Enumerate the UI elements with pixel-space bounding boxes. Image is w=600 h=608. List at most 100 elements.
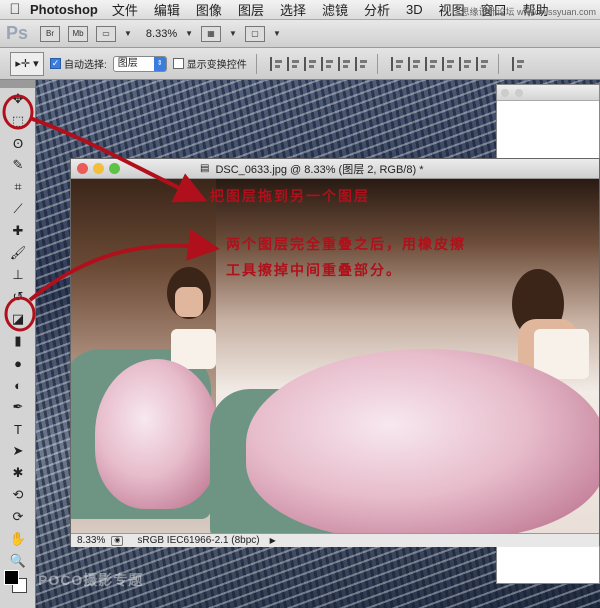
site-watermark: 思缘设计论坛 www.missyuan.com	[460, 7, 596, 17]
hand-tool-icon[interactable]: ✋	[0, 528, 36, 550]
zoom-tool-icon[interactable]: 🔍	[0, 550, 36, 572]
document-file-icon: ▤	[200, 163, 210, 174]
eraser-tool-icon[interactable]: ◪	[0, 308, 36, 330]
auto-select-dropdown[interactable]: 图层 ⇕	[112, 55, 167, 72]
auto-select-value: 图层	[117, 57, 138, 69]
status-zoom[interactable]: 8.33%	[77, 535, 105, 546]
background-document-titlebar[interactable]	[497, 85, 599, 101]
align-right-icon[interactable]	[354, 56, 368, 71]
document-canvas[interactable]	[71, 179, 599, 533]
launch-mini-bridge-button[interactable]: Mb	[68, 25, 88, 42]
zoom-level[interactable]: 8.33%	[146, 28, 177, 40]
launch-bridge-button[interactable]: Br	[40, 25, 60, 42]
separator	[376, 53, 378, 74]
annotation-eraser-line1: 两个图层完全重叠之后，用橡皮擦	[226, 236, 466, 252]
dress-shape	[95, 359, 219, 509]
application-bar: Ps Br Mb ▭ ▼ 8.33% ▼ ▦ ▼ ▢ ▼	[0, 20, 600, 48]
dragged-photo-layer	[210, 179, 599, 533]
distribute-bottom-icon[interactable]	[424, 56, 438, 71]
menu-edit[interactable]: 编辑	[154, 0, 180, 19]
align-hcenter-icon[interactable]	[337, 56, 351, 71]
type-tool-icon[interactable]: T	[0, 418, 36, 440]
status-menu-arrow-icon[interactable]: ▶	[270, 536, 276, 545]
dropdown-arrow-icon: ⇕	[153, 56, 166, 71]
separator	[497, 53, 499, 74]
menu-layer[interactable]: 图层	[238, 0, 264, 19]
document-window[interactable]: ▤ DSC_0633.jpg @ 8.33% (图层 2, RGB/8) * 8…	[70, 158, 600, 547]
panel-grip[interactable]	[0, 80, 35, 88]
separator	[255, 53, 257, 74]
distribute-top-icon[interactable]	[390, 56, 404, 71]
status-info-icon[interactable]: ◉	[111, 535, 124, 546]
distribute-hcenter-icon[interactable]	[458, 56, 472, 71]
distribute-buttons	[390, 56, 489, 71]
window-zoom-icon[interactable]	[109, 163, 120, 174]
checkbox-checked-icon: ✓	[50, 58, 61, 69]
menu-file[interactable]: 文件	[112, 0, 138, 19]
view-extras-button[interactable]: ▭	[96, 25, 116, 42]
shape-tool-icon[interactable]: ✱	[0, 462, 36, 484]
screen-mode-dropdown-icon[interactable]: ▼	[273, 29, 281, 38]
options-bar: ▸✛ ▾ ✓ 自动选择: 图层 ⇕ 显示变换控件	[0, 48, 600, 80]
brush-tool-icon[interactable]: 🖌	[0, 242, 36, 264]
view-extras-dropdown-icon[interactable]: ▼	[124, 29, 132, 38]
gradient-tool-icon[interactable]: ▮	[0, 330, 36, 352]
tools-panel: ✥ ⬚ ʘ ✎ ⌗ ⟋ ✚ 🖌 ⊥ ↺ ◪ ▮ ● ◐ ✒ T ➤ ✱ ⟲ ⟳ …	[0, 80, 36, 608]
apple-menu-icon[interactable]: 	[0, 1, 30, 18]
arrange-documents-button[interactable]: ▦	[201, 25, 222, 42]
original-photo-layer	[71, 179, 219, 533]
align-bottom-icon[interactable]	[303, 56, 317, 71]
menu-analysis[interactable]: 分析	[364, 0, 390, 19]
3d-orbit-tool-icon[interactable]: ⟳	[0, 506, 36, 528]
auto-align-layers-icon[interactable]	[511, 56, 525, 71]
menu-app-name[interactable]: Photoshop	[30, 2, 98, 17]
show-transform-controls-checkbox[interactable]: 显示变换控件	[172, 56, 247, 71]
path-select-tool-icon[interactable]: ➤	[0, 440, 36, 462]
transform-label: 显示变换控件	[186, 60, 247, 71]
arrange-dropdown-icon[interactable]: ▼	[229, 29, 237, 38]
annotation-drag-layer: 把图层拖到另一个图层	[210, 188, 370, 204]
window-controls	[77, 163, 120, 174]
healing-brush-tool-icon[interactable]: ✚	[0, 220, 36, 242]
person-face-shape	[175, 287, 203, 317]
distribute-vcenter-icon[interactable]	[407, 56, 421, 71]
status-color-profile: sRGB IEC61966-2.1 (8bpc)	[137, 535, 260, 546]
tool-preset-picker[interactable]: ▸✛ ▾	[10, 51, 44, 76]
marquee-tool-icon[interactable]: ⬚	[0, 110, 36, 132]
distribute-right-icon[interactable]	[475, 56, 489, 71]
align-top-icon[interactable]	[269, 56, 283, 71]
pen-tool-icon[interactable]: ✒	[0, 396, 36, 418]
menu-bar:  Photoshop 文件 编辑 图像 图层 选择 滤镜 分析 3D 视图 窗…	[0, 0, 600, 20]
distribute-left-icon[interactable]	[441, 56, 455, 71]
menu-select[interactable]: 选择	[280, 0, 306, 19]
zoom-dropdown-icon[interactable]: ▼	[185, 29, 193, 38]
align-vcenter-icon[interactable]	[286, 56, 300, 71]
window-minimize-icon[interactable]	[515, 89, 523, 97]
menu-3d[interactable]: 3D	[406, 2, 423, 17]
checkbox-unchecked-icon	[172, 58, 184, 69]
auto-select-checkbox[interactable]: ✓ 自动选择:	[50, 56, 107, 71]
document-titlebar[interactable]: ▤ DSC_0633.jpg @ 8.33% (图层 2, RGB/8) *	[71, 159, 599, 179]
window-minimize-icon[interactable]	[93, 163, 104, 174]
crop-tool-icon[interactable]: ⌗	[0, 176, 36, 198]
align-buttons	[269, 56, 368, 71]
foreground-color-swatch[interactable]	[4, 570, 19, 585]
3d-rotate-tool-icon[interactable]: ⟲	[0, 484, 36, 506]
dodge-tool-icon[interactable]: ◐	[0, 374, 36, 396]
lasso-tool-icon[interactable]: ʘ	[0, 132, 36, 154]
move-tool-icon[interactable]: ✥	[0, 88, 36, 110]
clone-stamp-tool-icon[interactable]: ⊥	[0, 264, 36, 286]
window-close-icon[interactable]	[77, 163, 88, 174]
quick-select-tool-icon[interactable]: ✎	[0, 154, 36, 176]
menu-filter[interactable]: 滤镜	[322, 0, 348, 19]
align-left-icon[interactable]	[320, 56, 334, 71]
eyedropper-tool-icon[interactable]: ⟋	[0, 198, 36, 220]
window-close-icon[interactable]	[501, 89, 509, 97]
poco-watermark: POCO摄影专题	[38, 572, 144, 588]
auto-align-buttons	[511, 56, 525, 71]
menu-image[interactable]: 图像	[196, 0, 222, 19]
history-brush-tool-icon[interactable]: ↺	[0, 286, 36, 308]
screen-mode-button[interactable]: ▢	[244, 25, 265, 42]
annotation-eraser-line2: 工具擦掉中间重叠部分。	[226, 262, 402, 278]
blur-tool-icon[interactable]: ●	[0, 352, 36, 374]
